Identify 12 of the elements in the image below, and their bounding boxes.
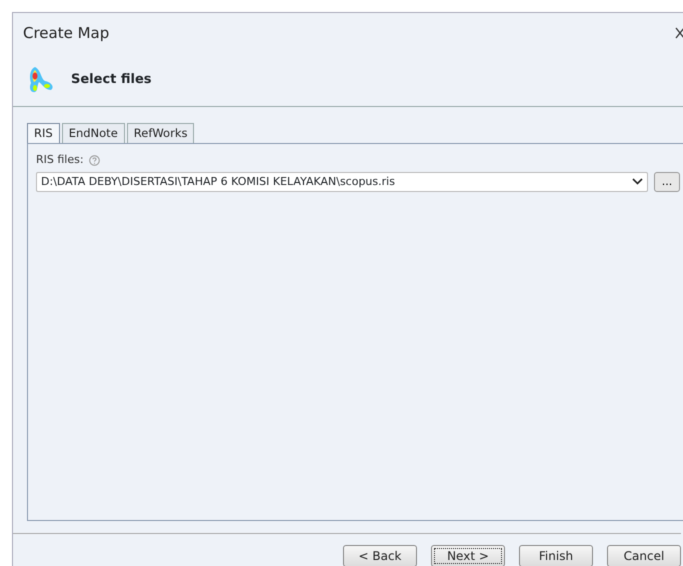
tab[interactable]: EndNote [62,123,125,144]
back-button[interactable]: < Back [343,545,417,566]
cancel-button[interactable]: Cancel [607,545,681,566]
field-label: RIS files: [36,152,84,168]
header-title: Select files [71,70,152,89]
finish-button[interactable]: Finish [519,545,593,566]
next-button[interactable]: Next > [431,545,505,566]
browse-button[interactable]: ... [654,172,680,192]
tab[interactable]: RIS [27,123,60,144]
tab[interactable]: RefWorks [126,123,194,144]
file-dropdown[interactable]: D:\DATA DEBY\DISERTASI\TAHAP 6 KOMISI KELAYAKAN\scopus.ris [36,172,648,192]
window-title: Create Map [23,22,110,44]
